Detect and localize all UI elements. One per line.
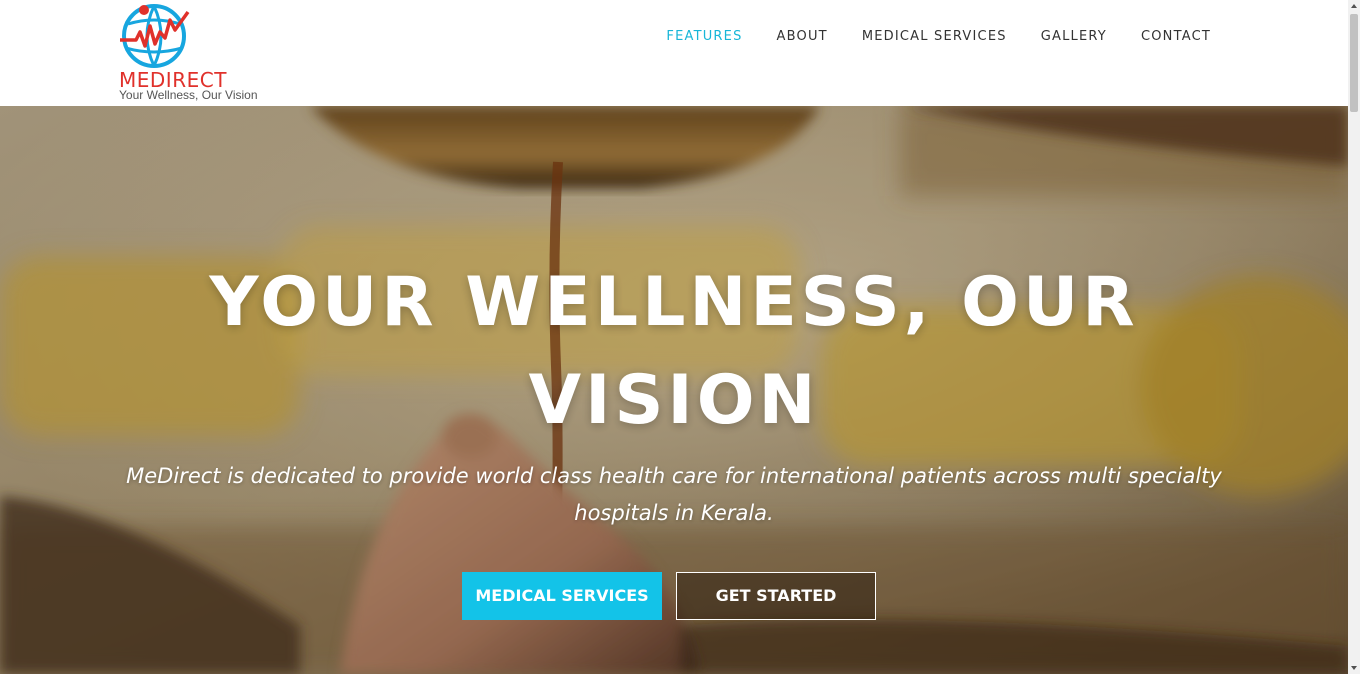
hero-description: MeDirect is dedicated to provide world c… [126,464,1222,525]
get-started-button[interactable]: GET STARTED [676,572,876,620]
site-logo[interactable]: MEDIRECT Your Wellness, Our Vision [118,2,278,102]
nav-item-features[interactable]: FEATURES [649,28,759,46]
site-header: MEDIRECT Your Wellness, Our Vision FEATU… [0,0,1348,106]
hero-content: YOUR WELLNESS, OUR VISION MeDirect is de… [0,106,1348,674]
brand-tagline: Your Wellness, Our Vision [119,88,258,102]
scrollbar-thumb[interactable] [1350,14,1358,112]
nav-item-medical-services[interactable]: MEDICAL SERVICES [845,28,1024,46]
nav-item-contact[interactable]: CONTACT [1124,28,1228,46]
scroll-up-arrow-icon[interactable] [1348,0,1360,12]
medical-services-button[interactable]: MEDICAL SERVICES [462,572,662,620]
hero-section: YOUR WELLNESS, OUR VISION MeDirect is de… [0,106,1348,674]
vertical-scrollbar[interactable] [1348,0,1360,674]
nav-item-gallery[interactable]: GALLERY [1024,28,1124,46]
main-navigation: FEATURES ABOUT MEDICAL SERVICES GALLERY … [649,28,1228,46]
scroll-down-arrow-icon[interactable] [1348,662,1360,674]
page: MEDIRECT Your Wellness, Our Vision FEATU… [0,0,1360,674]
globe-heartbeat-icon [120,4,190,68]
nav-item-about[interactable]: ABOUT [760,28,845,46]
hero-title: YOUR WELLNESS, OUR VISION [209,263,1139,440]
